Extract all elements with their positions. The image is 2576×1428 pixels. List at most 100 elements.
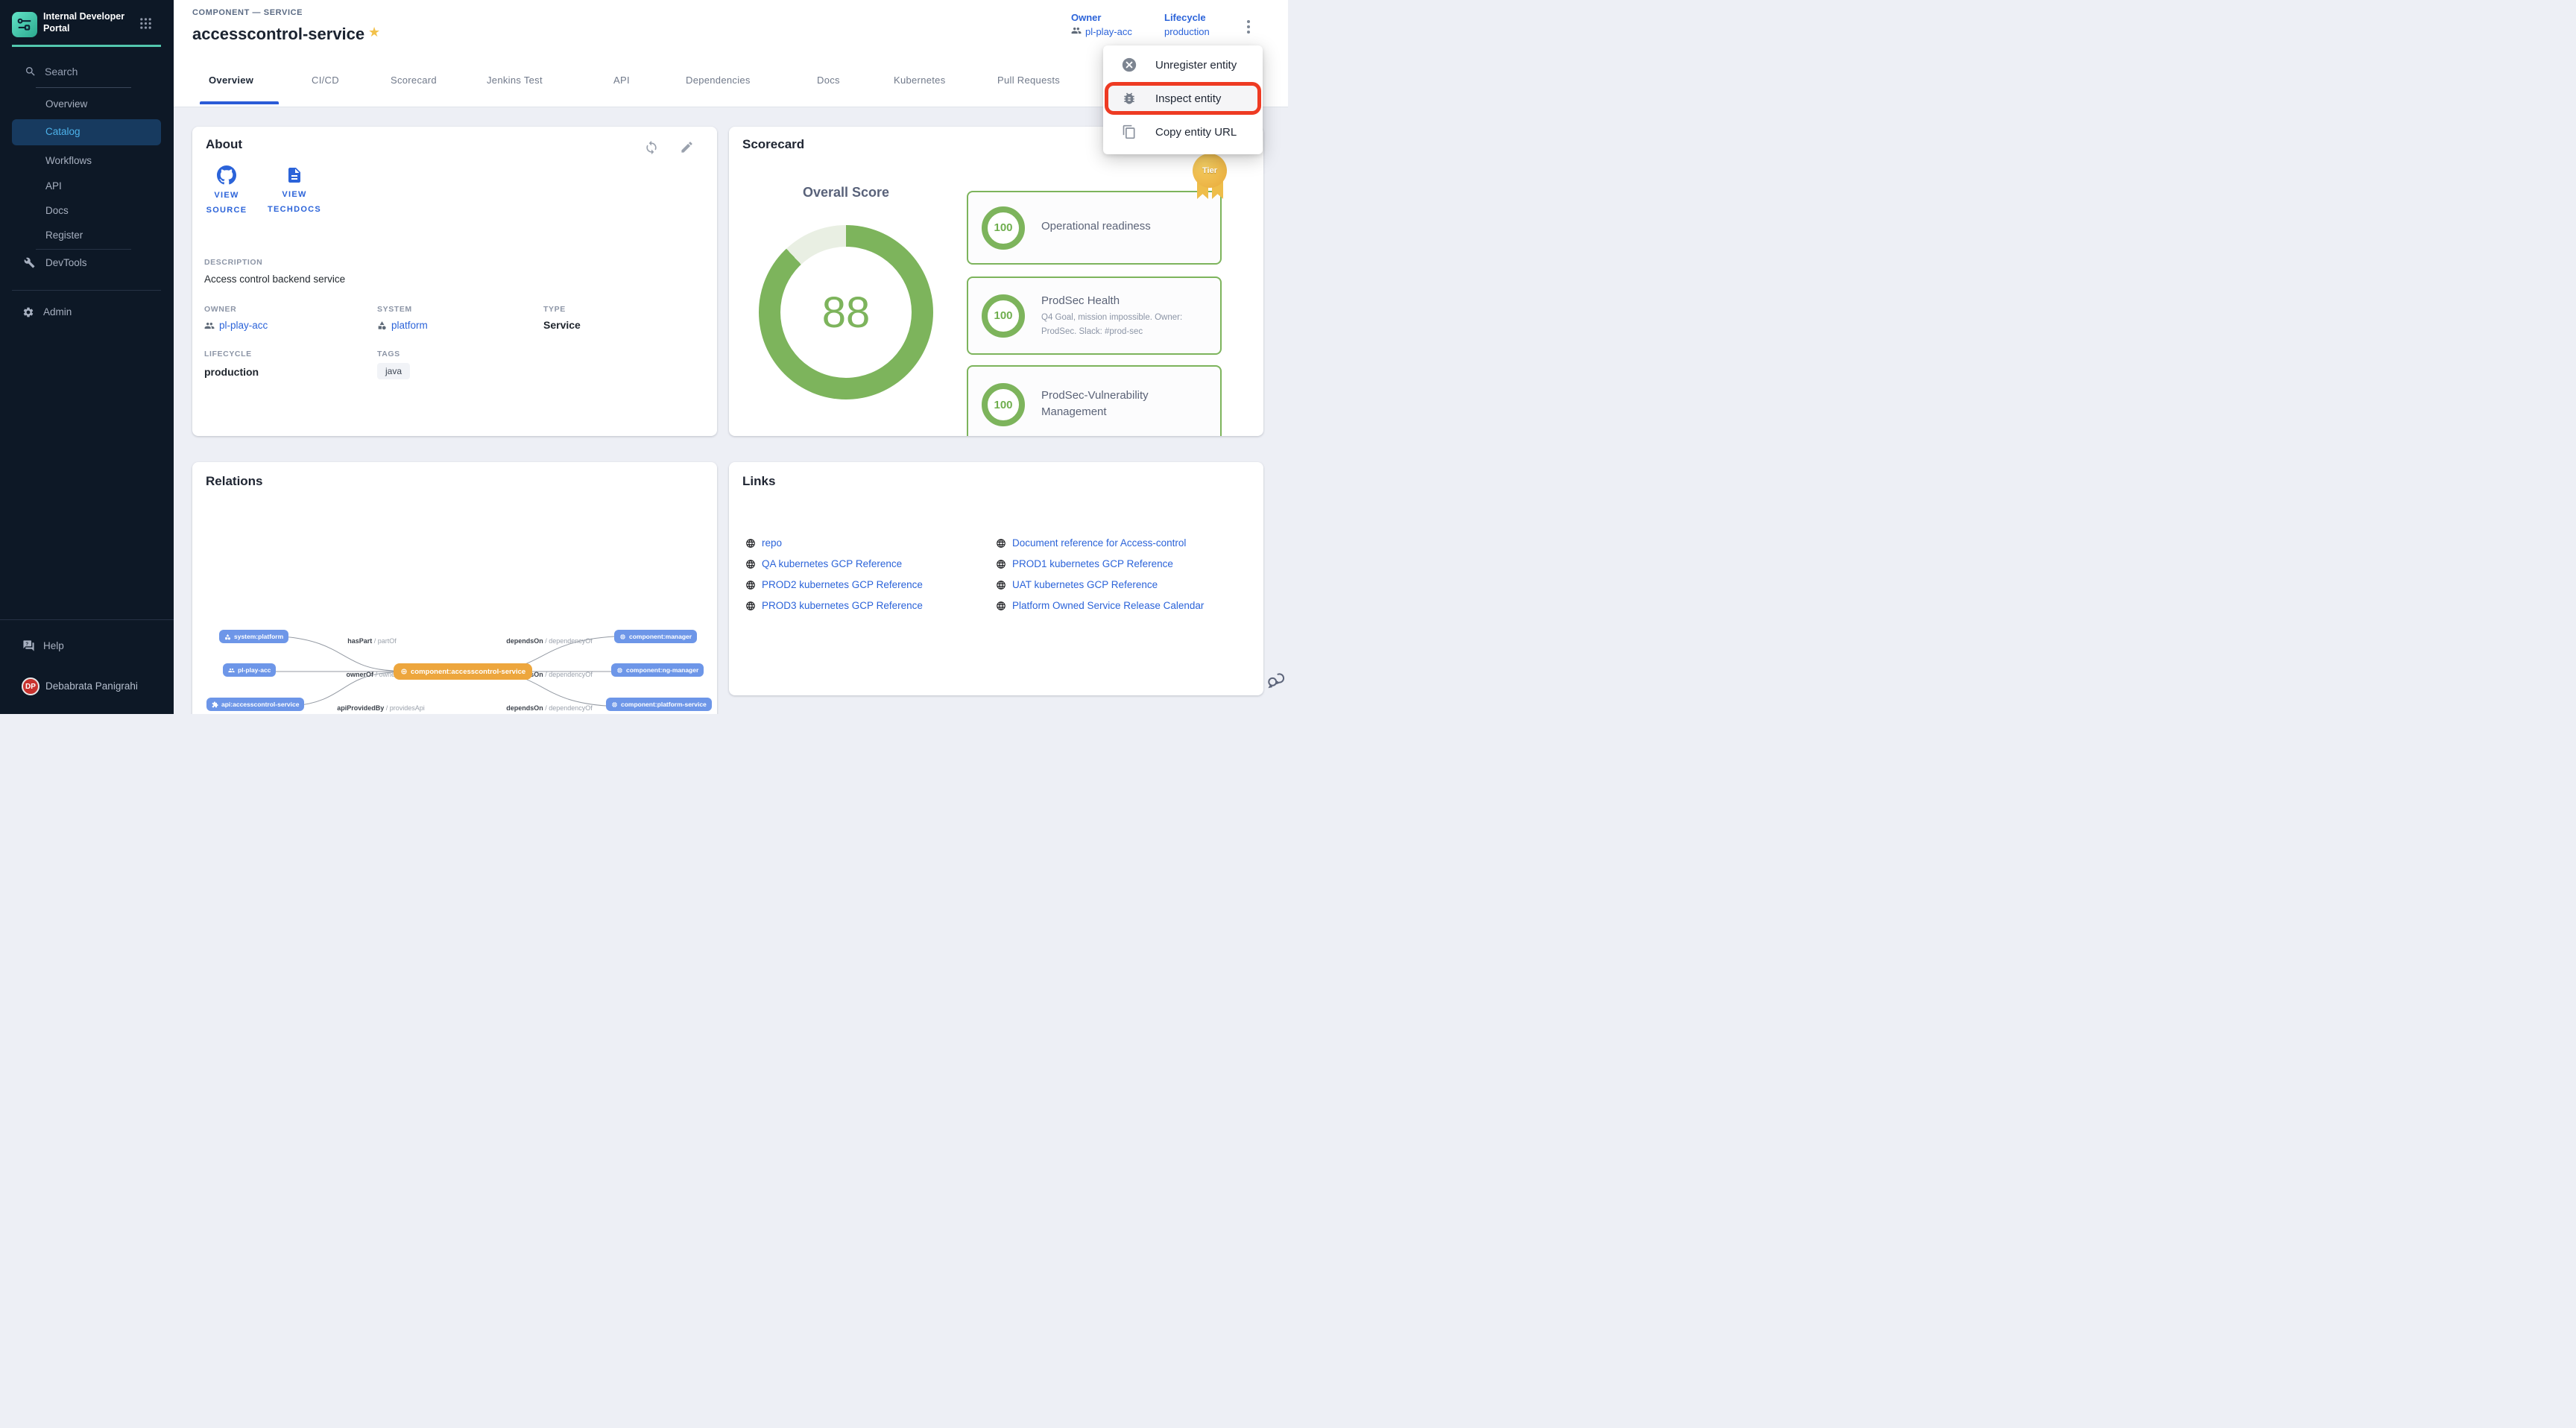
tab-cicd[interactable]: CI/CD (312, 75, 339, 86)
description-label: DESCRIPTION (204, 258, 262, 267)
edge-label-dependson-3: dependsOn / dependencyOf (497, 704, 602, 712)
score-ring: 100 (982, 383, 1025, 426)
about-title: About (206, 137, 242, 152)
kebab-menu-icon[interactable] (1242, 20, 1255, 37)
app-window: Internal Developer Portal Search Overvie… (0, 0, 1288, 714)
edit-pencil-icon[interactable] (680, 140, 694, 158)
lifecycle-value: production (1164, 26, 1210, 37)
overall-score-donut: 88 (759, 225, 933, 399)
chat-bubbles-icon[interactable] (1266, 671, 1286, 691)
overall-score-label: Overall Score (759, 185, 933, 200)
copy-icon (1121, 124, 1137, 139)
svg-text:?: ? (25, 642, 28, 647)
scorecard-title: Scorecard (742, 137, 804, 152)
type-field-value: Service (543, 319, 581, 331)
sidebar-item-api[interactable]: API (45, 180, 62, 192)
relation-node-component-ng-manager[interactable]: component:ng-manager (611, 663, 704, 677)
link-release-calendar[interactable]: Platform Owned Service Release Calendar (996, 600, 1204, 611)
techdocs-icon (285, 166, 303, 184)
relation-node-component-manager[interactable]: component:manager (614, 630, 697, 643)
tab-jenkins-test[interactable]: Jenkins Test (487, 75, 543, 86)
tag-chip-java[interactable]: java (377, 363, 410, 379)
sidebar-item-catalog[interactable] (12, 119, 161, 145)
link-prod1-kubernetes[interactable]: PROD1 kubernetes GCP Reference (996, 558, 1173, 569)
links-title: Links (742, 474, 775, 489)
overall-score-value: 88 (780, 247, 912, 378)
owner-link[interactable]: pl-play-acc (1085, 26, 1132, 37)
sidebar-item-workflows[interactable]: Workflows (45, 155, 92, 166)
link-qa-kubernetes[interactable]: QA kubernetes GCP Reference (745, 558, 902, 569)
user-avatar[interactable]: DP (22, 677, 40, 695)
sidebar-item-register[interactable]: Register (45, 230, 83, 241)
lifecycle-field-value: production (204, 366, 259, 378)
tab-kubernetes[interactable]: Kubernetes (894, 75, 946, 86)
chip-icon (611, 701, 618, 708)
edge-label-haspart: hasPart / partOf (320, 637, 424, 645)
puzzle-icon (212, 701, 218, 708)
app-title: Internal Developer Portal (43, 10, 134, 35)
globe-icon (996, 601, 1006, 611)
link-document-reference[interactable]: Document reference for Access-control (996, 537, 1186, 549)
score-item-operational-readiness[interactable]: 100 Operational readiness (967, 191, 1222, 265)
menu-item-copy-entity-url[interactable]: Copy entity URL (1103, 116, 1263, 148)
user-name[interactable]: Debabrata Panigrahi (45, 680, 138, 692)
lifecycle-field-label: LIFECYCLE (204, 350, 252, 358)
tier-badge: Tier (1193, 154, 1227, 188)
relation-node-component-platform-service[interactable]: component:platform-service (606, 698, 712, 711)
chat-question-icon: ? (22, 639, 35, 656)
entity-context-menu: Unregister entity Inspect entity Copy en… (1103, 45, 1263, 154)
sidebar-accent-bar (12, 45, 161, 47)
edge-label-dependson-1: dependsOn / dependencyOf (497, 637, 602, 645)
view-techdocs-link[interactable]: VIEWTECHDOCS (267, 166, 322, 218)
link-repo[interactable]: repo (745, 537, 782, 549)
system-field-value[interactable]: platform (377, 320, 428, 331)
globe-icon (745, 559, 756, 569)
menu-item-inspect-entity[interactable]: Inspect entity (1103, 82, 1263, 115)
tab-overview[interactable]: Overview (209, 75, 253, 86)
relation-node-system-platform[interactable]: system:platform (219, 630, 288, 643)
relation-node-component-accesscontrol[interactable]: component:accesscontrol-service (394, 663, 532, 680)
people-icon (228, 667, 235, 674)
tab-dependencies[interactable]: Dependencies (686, 75, 751, 86)
link-prod3-kubernetes[interactable]: PROD3 kubernetes GCP Reference (745, 600, 923, 611)
sidebar-divider (12, 290, 161, 291)
system-icon (377, 320, 387, 330)
refresh-icon[interactable] (644, 140, 659, 159)
relation-node-pl-play-acc[interactable]: pl-play-acc (223, 663, 276, 677)
sidebar-item-docs[interactable]: Docs (45, 205, 69, 216)
search-input[interactable]: Search (45, 66, 78, 78)
menu-item-unregister-entity[interactable]: Unregister entity (1103, 48, 1263, 81)
lifecycle-label: Lifecycle (1164, 12, 1206, 23)
sidebar-item-admin[interactable]: Admin (43, 306, 72, 317)
wrench-icon (24, 257, 35, 272)
view-source-link[interactable]: VIEWSOURCE (203, 165, 250, 218)
tab-pull-requests[interactable]: Pull Requests (997, 75, 1060, 86)
bug-icon (1121, 91, 1137, 106)
link-uat-kubernetes[interactable]: UAT kubernetes GCP Reference (996, 579, 1158, 590)
edge-label-apiprovidedby: apiProvidedBy / providesApi (321, 704, 441, 712)
tab-scorecard[interactable]: Scorecard (391, 75, 437, 86)
link-prod2-kubernetes[interactable]: PROD2 kubernetes GCP Reference (745, 579, 923, 590)
sidebar-item-devtools[interactable]: DevTools (45, 257, 87, 268)
chip-icon (616, 667, 623, 674)
owner-field-value[interactable]: pl-play-acc (204, 320, 268, 331)
tab-api[interactable]: API (613, 75, 630, 86)
star-icon[interactable]: ★ (368, 25, 380, 40)
sidebar-item-catalog-label[interactable]: Catalog (45, 126, 80, 137)
app-logo-icon (12, 12, 37, 37)
sidebar-divider (36, 249, 131, 250)
sidebar: Internal Developer Portal Search Overvie… (0, 0, 174, 714)
relation-node-api-accesscontrol[interactable]: api:accesscontrol-service (206, 698, 304, 711)
score-item-prodsec-health[interactable]: 100 ProdSec HealthQ4 Goal, mission impos… (967, 277, 1222, 355)
sidebar-item-help[interactable]: Help (43, 640, 64, 651)
grid-apps-icon[interactable] (139, 17, 152, 34)
people-icon (1071, 25, 1082, 40)
chip-icon (400, 668, 408, 675)
tab-docs[interactable]: Docs (817, 75, 840, 86)
github-icon (217, 165, 236, 185)
system-icon (224, 634, 231, 640)
system-field-label: SYSTEM (377, 305, 412, 314)
people-icon (204, 320, 215, 331)
sidebar-item-overview[interactable]: Overview (45, 98, 87, 110)
score-item-prodsec-vulnerability[interactable]: 100 ProdSec-Vulnerability Management (967, 365, 1222, 444)
